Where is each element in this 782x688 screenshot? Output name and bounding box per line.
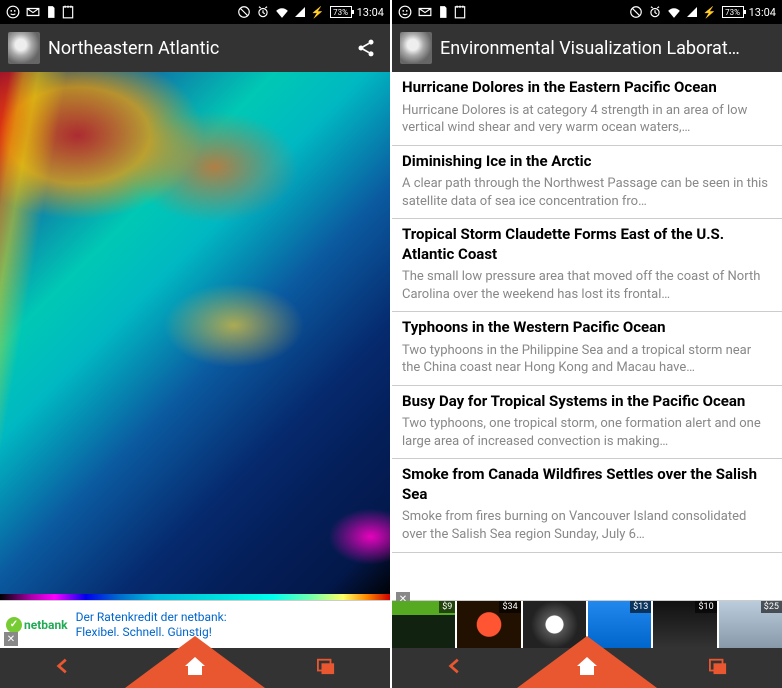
- article-list[interactable]: Hurricane Dolores in the Eastern Pacific…: [392, 72, 782, 600]
- recent-apps-icon: [707, 657, 729, 675]
- article-item[interactable]: Tropical Storm Claudette Forms East of t…: [392, 219, 782, 312]
- nav-home-button[interactable]: [574, 654, 600, 682]
- article-title: Tropical Storm Claudette Forms East of t…: [402, 225, 772, 264]
- app-bar: Environmental Visualization Laborat…: [392, 24, 782, 72]
- product-thumb[interactable]: $25: [719, 601, 782, 648]
- home-icon: [182, 654, 208, 678]
- price-badge: $10: [695, 601, 716, 613]
- article-snippet: Smoke from fires burning on Vancouver Is…: [402, 508, 772, 543]
- price-badge: $34: [499, 601, 520, 613]
- alarm-icon: [648, 5, 662, 19]
- charge-icon: ⚡: [703, 6, 717, 19]
- face-icon: [6, 5, 20, 19]
- article-title: Smoke from Canada Wildfires Settles over…: [402, 465, 772, 504]
- wifi-icon: [275, 6, 289, 18]
- article-title: Typhoons in the Western Pacific Ocean: [402, 318, 772, 338]
- article-snippet: The small low pressure area that moved o…: [402, 268, 772, 303]
- nav-recent-button[interactable]: [315, 657, 337, 679]
- article-snippet: Two typhoons, one tropical storm, one fo…: [402, 415, 772, 450]
- chevron-left-icon: [445, 657, 467, 675]
- nav-back-button[interactable]: [445, 657, 467, 679]
- product-thumb[interactable]: $10: [653, 601, 716, 648]
- nav-bar: [392, 648, 782, 688]
- no-sim-icon: [237, 5, 251, 19]
- article-snippet: A clear path through the Northwest Passa…: [402, 175, 772, 210]
- no-sim-icon: [629, 5, 643, 19]
- home-icon: [574, 654, 600, 678]
- article-item[interactable]: Typhoons in the Western Pacific Ocean Tw…: [392, 312, 782, 386]
- share-button[interactable]: [350, 38, 382, 58]
- battery-indicator: 73%: [722, 6, 744, 18]
- price-badge: $13: [630, 601, 651, 613]
- mail-icon: [418, 5, 432, 19]
- article-item[interactable]: Busy Day for Tropical Systems in the Pac…: [392, 386, 782, 460]
- chevron-left-icon: [53, 657, 75, 675]
- article-item[interactable]: Diminishing Ice in the Arctic A clear pa…: [392, 146, 782, 220]
- article-title: Diminishing Ice in the Arctic: [402, 152, 772, 172]
- article-item[interactable]: Hurricane Dolores in the Eastern Pacific…: [392, 72, 782, 146]
- satellite-image[interactable]: [0, 72, 390, 600]
- mail-icon: [26, 5, 40, 19]
- app-icon[interactable]: [400, 32, 432, 64]
- screen-left: ⚡ 73% 13:04 Northeastern Atlantic netban…: [0, 0, 390, 688]
- sd-icon: [46, 5, 56, 19]
- ad-text: Der Ratenkredit der netbank: Flexibel. S…: [76, 610, 227, 639]
- product-thumb[interactable]: $9: [392, 601, 455, 648]
- article-title: Hurricane Dolores in the Eastern Pacific…: [402, 78, 772, 98]
- article-title: Busy Day for Tropical Systems in the Pac…: [402, 392, 772, 412]
- article-item[interactable]: Smoke from Canada Wildfires Settles over…: [392, 459, 782, 552]
- price-badge: $25: [761, 601, 782, 613]
- color-legend: [0, 594, 390, 600]
- nav-home-button[interactable]: [182, 654, 208, 682]
- share-icon: [356, 38, 376, 58]
- note-icon: [62, 5, 74, 19]
- article-snippet: Two typhoons in the Philippine Sea and a…: [402, 342, 772, 377]
- charge-icon: ⚡: [311, 6, 325, 19]
- wifi-icon: [667, 6, 681, 18]
- battery-indicator: 73%: [330, 6, 352, 18]
- status-bar: ⚡ 73% 13:04: [0, 0, 390, 24]
- clock-text: 13:04: [357, 6, 384, 19]
- price-badge: $9: [439, 601, 455, 613]
- page-title: Northeastern Atlantic: [48, 38, 342, 59]
- screen-right: ⚡ 73% 13:04 Environmental Visualization …: [392, 0, 782, 688]
- app-bar: Northeastern Atlantic: [0, 24, 390, 72]
- ad-logo: netbank: [6, 617, 68, 633]
- signal-icon: [294, 6, 306, 18]
- alarm-icon: [256, 5, 270, 19]
- page-title: Environmental Visualization Laborat…: [440, 38, 774, 59]
- face-icon: [398, 5, 412, 19]
- nav-back-button[interactable]: [53, 657, 75, 679]
- app-icon[interactable]: [8, 32, 40, 64]
- product-thumb[interactable]: $34: [457, 601, 520, 648]
- clock-text: 13:04: [749, 6, 776, 19]
- recent-apps-icon: [315, 657, 337, 675]
- signal-icon: [686, 6, 698, 18]
- ad-close-button[interactable]: ✕: [4, 632, 18, 646]
- nav-bar: [0, 648, 390, 688]
- note-icon: [454, 5, 466, 19]
- article-snippet: Hurricane Dolores is at category 4 stren…: [402, 102, 772, 137]
- status-bar: ⚡ 73% 13:04: [392, 0, 782, 24]
- nav-recent-button[interactable]: [707, 657, 729, 679]
- sd-icon: [438, 5, 448, 19]
